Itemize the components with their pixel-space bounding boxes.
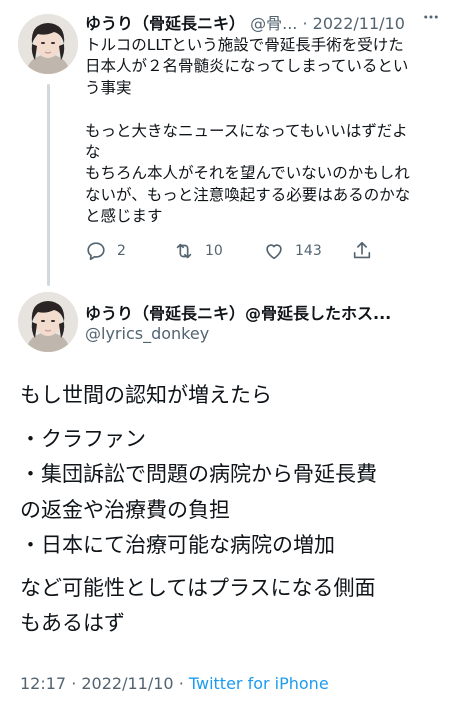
- heart-icon: [266, 244, 282, 260]
- main-display-name[interactable]: ゆうり（骨延長ニキ）@骨延長したホス...: [85, 300, 435, 324]
- avatar[interactable]: [18, 14, 78, 74]
- parent-date[interactable]: 2022/11/10: [313, 14, 405, 33]
- reply-icon: [87, 242, 105, 261]
- parent-separator: ·: [302, 14, 308, 33]
- footer-separator: ·: [178, 674, 189, 693]
- more-icon-glyph: [424, 15, 438, 19]
- avatar-image: [18, 14, 78, 74]
- parent-text-line: トルコのLLTという施設で骨延長手術を受けた: [85, 36, 404, 54]
- parent-text-line: と感じます: [85, 207, 163, 226]
- parent-tweet-header: ゆうり（骨延長ニキ） @骨... · 2022/11/10: [85, 10, 440, 34]
- retweet-button[interactable]: 10: [173, 240, 223, 262]
- parent-text-line: もっと大きなニュースになってもいいはずだよ: [85, 121, 408, 140]
- parent-display-name[interactable]: ゆうり（骨延長ニキ）: [85, 14, 245, 33]
- main-text-line: の返金や治療費の負担: [20, 497, 230, 522]
- main-text-line: もし世間の認知が増えたら: [20, 383, 272, 407]
- more-horizontal-icon[interactable]: [422, 8, 440, 31]
- parent-tweet-actions: 2 10 143: [85, 240, 385, 268]
- parent-text-line: もちろん本人がそれを望んでいないのかもしれ: [85, 164, 410, 183]
- share-icon: [353, 241, 371, 259]
- main-text-line: など可能性としてはプラスになる側面: [20, 575, 376, 600]
- avatar-image: [18, 292, 78, 352]
- main-text-line: もあるはず: [20, 611, 125, 635]
- parent-text-line: 日本人が２名骨髄炎になってしまっているとい: [85, 57, 409, 76]
- parent-tweet-text: トルコのLLTという施設で骨延長手術を受けた 日本人が２名骨髄炎になってしまって…: [85, 35, 435, 228]
- reply-count: 2: [117, 243, 126, 259]
- retweet-count: 10: [205, 243, 223, 259]
- reply-button[interactable]: 2: [85, 240, 126, 262]
- parent-text-line: う事実: [85, 78, 132, 97]
- tweet-time[interactable]: 12:17: [20, 674, 66, 693]
- like-count: 143: [295, 243, 322, 259]
- parent-text-line: な: [85, 143, 101, 162]
- parent-handle[interactable]: @骨...: [250, 14, 297, 33]
- tweet-date[interactable]: 2022/11/10: [81, 674, 173, 693]
- thread-connector-line: [47, 84, 50, 286]
- parent-text-line: ないが、もっと注意喚起する必要はあるのかな: [85, 185, 411, 204]
- share-button[interactable]: [351, 240, 373, 262]
- main-text-line: ・集団訴訟で問題の病院から骨延長費: [20, 462, 377, 486]
- avatar[interactable]: [18, 292, 78, 352]
- main-text-line: ・日本にて治療可能な病院の増加: [20, 533, 335, 557]
- main-text-line: ・クラファン: [20, 426, 146, 451]
- tweet-timestamp-footer: 12:17 · 2022/11/10 · Twitter for iPhone: [20, 674, 329, 693]
- footer-separator: ·: [71, 674, 82, 693]
- main-tweet-text: もし世間の認知が増えたら ・クラファン ・集団訴訟で問題の病院から骨延長費 の返…: [20, 378, 440, 642]
- tweet-source-link[interactable]: Twitter for iPhone: [189, 674, 329, 693]
- like-button[interactable]: 143: [263, 240, 322, 262]
- retweet-icon: [176, 243, 192, 259]
- main-handle[interactable]: @lyrics_donkey: [85, 324, 209, 343]
